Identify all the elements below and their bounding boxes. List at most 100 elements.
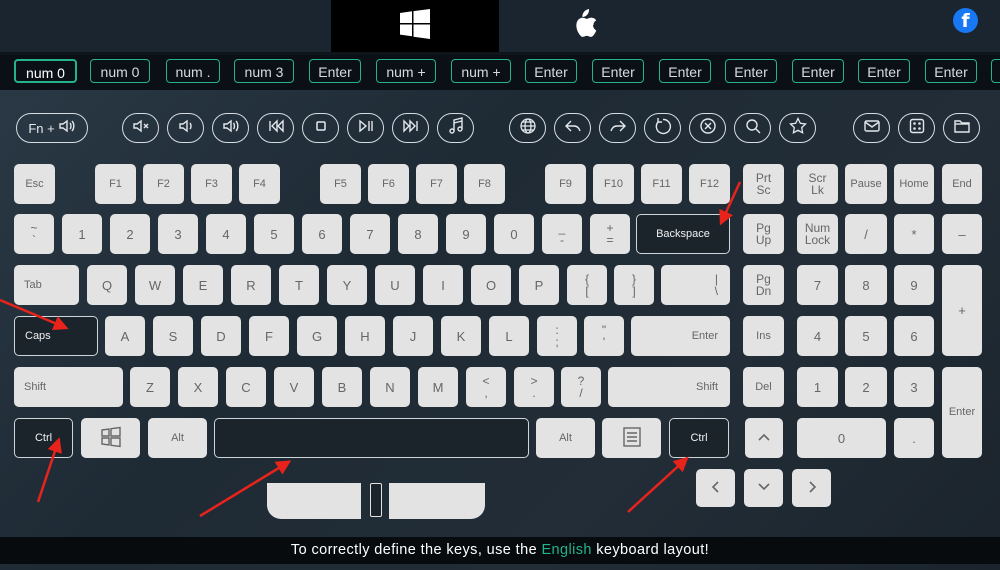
key-f3[interactable]: F3 [191,164,232,204]
key-ins[interactable]: Ins [743,316,784,356]
key-num-enter[interactable]: Enter [942,367,982,458]
previous-track-button[interactable] [257,113,294,143]
browser-forward-button[interactable] [599,113,636,143]
key-num-7[interactable]: 7 [797,265,838,305]
key-f12[interactable]: F12 [689,164,730,204]
key-f11[interactable]: F11 [641,164,682,204]
key-num-dot[interactable]: . [894,418,934,458]
mail-button[interactable] [853,113,890,143]
key-menu[interactable] [602,418,661,458]
key-j[interactable]: J [393,316,433,356]
key-f6[interactable]: F6 [368,164,409,204]
key-0[interactable]: 0 [494,214,534,254]
play-pause-button[interactable] [347,113,384,143]
key-l[interactable]: L [489,316,529,356]
key-arrow-down[interactable] [744,469,783,507]
key-right-bracket[interactable]: }] [614,265,654,305]
key-b[interactable]: B [322,367,362,407]
key-f7[interactable]: F7 [416,164,457,204]
key-enter[interactable]: Enter [631,316,730,356]
key-end[interactable]: End [942,164,982,204]
my-computer-button[interactable] [943,113,980,143]
key-f10[interactable]: F10 [593,164,634,204]
key-num-3[interactable]: 3 [894,367,934,407]
key-pgdn[interactable]: Pg Dn [743,265,784,305]
key-v[interactable]: V [274,367,314,407]
key-space[interactable] [214,418,529,458]
key-num-5[interactable]: 5 [845,316,887,356]
key-z[interactable]: Z [130,367,170,407]
browser-home-button[interactable] [509,113,546,143]
search-button[interactable] [734,113,771,143]
next-track-button[interactable] [392,113,429,143]
key-n[interactable]: N [370,367,410,407]
key-f[interactable]: F [249,316,289,356]
key-num-subtract[interactable]: – [942,214,982,254]
key-9[interactable]: 9 [446,214,486,254]
key-minus[interactable]: _ - [542,214,582,254]
key-7[interactable]: 7 [350,214,390,254]
key-g[interactable]: G [297,316,337,356]
key-left-shift[interactable]: Shift [14,367,123,407]
key-f9[interactable]: F9 [545,164,586,204]
calculator-button[interactable] [898,113,935,143]
key-e[interactable]: E [183,265,223,305]
key-a[interactable]: A [105,316,145,356]
key-6[interactable]: 6 [302,214,342,254]
key-arrow-up[interactable] [745,418,783,458]
key-i[interactable]: I [423,265,463,305]
touchpad-left-button[interactable] [267,483,361,519]
key-left-win[interactable] [81,418,140,458]
key-w[interactable]: W [135,265,175,305]
fn-volume-button[interactable]: Fn + [16,113,88,143]
key-left-alt[interactable]: Alt [148,418,207,458]
volume-down-button[interactable] [167,113,204,143]
key-del[interactable]: Del [743,367,784,407]
key-period[interactable]: >. [514,367,554,407]
key-right-alt[interactable]: Alt [536,418,595,458]
key-esc[interactable]: Esc [14,164,55,204]
key-1[interactable]: 1 [62,214,102,254]
windows-tab[interactable] [331,0,499,52]
key-num-4[interactable]: 4 [797,316,838,356]
key-r[interactable]: R [231,265,271,305]
key-3[interactable]: 3 [158,214,198,254]
favorites-button[interactable] [779,113,816,143]
touchpad-right-button[interactable] [389,483,485,519]
browser-back-button[interactable] [554,113,591,143]
facebook-icon[interactable]: f [953,8,978,33]
key-f4[interactable]: F4 [239,164,280,204]
stop-button[interactable] [302,113,339,143]
key-home[interactable]: Home [894,164,934,204]
key-f2[interactable]: F2 [143,164,184,204]
key-num-divide[interactable]: / [845,214,887,254]
key-num-9[interactable]: 9 [894,265,934,305]
key-t[interactable]: T [279,265,319,305]
touchpad-scroll[interactable] [370,483,382,517]
key-pause[interactable]: Pause [845,164,887,204]
key-c[interactable]: C [226,367,266,407]
key-h[interactable]: H [345,316,385,356]
key-scrlk[interactable]: Scr Lk [797,164,838,204]
key-f5[interactable]: F5 [320,164,361,204]
key-s[interactable]: S [153,316,193,356]
key-y[interactable]: Y [327,265,367,305]
key-caps[interactable]: Caps [14,316,98,356]
key-num-2[interactable]: 2 [845,367,887,407]
volume-up-button[interactable] [212,113,249,143]
key-right-ctrl[interactable]: Ctrl [669,418,729,458]
key-equals[interactable]: + = [590,214,630,254]
key-o[interactable]: O [471,265,511,305]
key-q[interactable]: Q [87,265,127,305]
key-semicolon[interactable]: :; [537,316,577,356]
key-arrow-left[interactable] [696,469,735,507]
key-num-8[interactable]: 8 [845,265,887,305]
browser-stop-button[interactable] [689,113,726,143]
key-k[interactable]: K [441,316,481,356]
key-num-1[interactable]: 1 [797,367,838,407]
key-slash[interactable]: ? / [561,367,601,407]
key-numlock[interactable]: Num Lock [797,214,838,254]
key-prtsc[interactable]: Prt Sc [743,164,784,204]
key-u[interactable]: U [375,265,415,305]
key-f8[interactable]: F8 [464,164,505,204]
